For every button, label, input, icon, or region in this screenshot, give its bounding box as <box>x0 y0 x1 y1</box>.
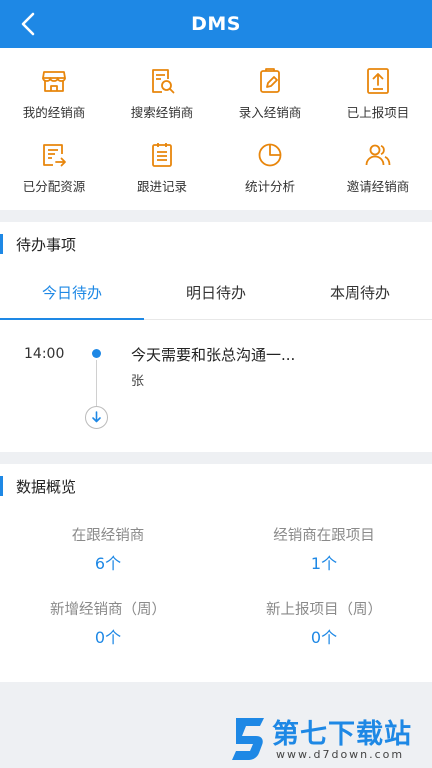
page-title: DMS <box>191 13 241 35</box>
edit-clipboard-icon <box>260 67 280 93</box>
stat-label: 经销商在跟项目 <box>273 528 375 544</box>
stat-label: 新增经销商（周） <box>50 602 166 618</box>
overview-section-header: 数据概览 <box>0 464 432 508</box>
todo-time: 14:00 <box>24 346 65 362</box>
stat-dealer-projects[interactable]: 经销商在跟项目 1个 <box>216 512 432 586</box>
upload-report-icon <box>367 67 389 94</box>
watermark-url: www.d7down.com <box>276 748 405 761</box>
function-grid: 我的经销商 搜索经销商 录入经销商 已上报项目 已分配资源 跟进记录 统计分析 … <box>0 48 432 210</box>
watermark-text: 第七下载站 <box>272 719 412 750</box>
expand-button[interactable] <box>85 406 108 429</box>
grid-item-invite-dealers[interactable]: 邀请经销商 <box>324 130 432 204</box>
stat-value: 0个 <box>94 628 122 647</box>
arrow-down-icon <box>92 411 101 423</box>
grid-item-assigned-resources[interactable]: 已分配资源 <box>0 130 108 204</box>
grid-item-label: 搜索经销商 <box>130 104 194 120</box>
stat-value: 6个 <box>94 554 122 573</box>
notepad-icon <box>152 142 172 167</box>
tab-tomorrow[interactable]: 明日待办 <box>144 266 288 319</box>
stat-value: 0个 <box>310 628 338 647</box>
grid-item-reported-projects[interactable]: 已上报项目 <box>324 56 432 130</box>
search-document-icon <box>152 68 175 93</box>
todo-title[interactable]: 今天需要和张总沟通一... <box>131 344 295 365</box>
grid-item-statistics[interactable]: 统计分析 <box>216 130 324 204</box>
overview-card: 数据概览 在跟经销商 6个 经销商在跟项目 1个 新增经销商（周） 0个 新上报… <box>0 464 432 682</box>
grid-item-label: 已上报项目 <box>346 104 410 120</box>
tab-today[interactable]: 今日待办 <box>0 266 144 320</box>
back-button[interactable] <box>10 0 46 48</box>
grid-item-label: 录入经销商 <box>238 104 302 120</box>
stat-label: 新上报项目（周） <box>266 602 382 618</box>
grid-item-label: 跟进记录 <box>136 178 187 194</box>
stat-label: 在跟经销商 <box>71 528 145 544</box>
section-title: 待办事项 <box>16 235 77 254</box>
watermark-logo-icon <box>232 718 264 760</box>
invite-users-icon <box>365 144 391 165</box>
stat-tracking-dealers[interactable]: 在跟经销商 6个 <box>0 512 216 586</box>
grid-item-label: 已分配资源 <box>22 178 86 194</box>
grid-item-label: 我的经销商 <box>22 104 86 120</box>
stat-new-dealers-week[interactable]: 新增经销商（周） 0个 <box>0 586 216 660</box>
section-title: 数据概览 <box>16 477 77 496</box>
todo-section-header: 待办事项 <box>0 222 432 266</box>
grid-item-label: 统计分析 <box>244 178 295 194</box>
grid-item-my-dealers[interactable]: 我的经销商 <box>0 56 108 130</box>
todo-list: 14:00 今天需要和张总沟通一... 张 <box>0 320 432 452</box>
stats-grid: 在跟经销商 6个 经销商在跟项目 1个 新增经销商（周） 0个 新上报项目（周）… <box>0 508 432 682</box>
grid-item-search-dealers[interactable]: 搜索经销商 <box>108 56 216 130</box>
watermark: 第七下载站 www.d7down.com <box>230 710 426 766</box>
grid-item-follow-up-records[interactable]: 跟进记录 <box>108 130 216 204</box>
tab-this-week[interactable]: 本周待办 <box>288 266 432 319</box>
assign-resource-icon <box>43 143 66 166</box>
pie-chart-icon <box>258 143 282 166</box>
timeline-line <box>96 360 97 406</box>
grid-item-add-dealer[interactable]: 录入经销商 <box>216 56 324 130</box>
stat-value: 1个 <box>310 554 338 573</box>
todo-subtitle: 张 <box>131 374 145 389</box>
todo-card: 待办事项 今日待办 明日待办 本周待办 14:00 今天需要和张总沟通一... … <box>0 222 432 452</box>
todo-tabs: 今日待办 明日待办 本周待办 <box>0 266 432 320</box>
timeline-dot <box>92 349 101 358</box>
grid-item-label: 邀请经销商 <box>346 178 410 194</box>
app-header: DMS <box>0 0 432 48</box>
stat-new-projects-week[interactable]: 新上报项目（周） 0个 <box>216 586 432 660</box>
chevron-left-icon <box>21 12 35 36</box>
store-icon <box>42 70 66 92</box>
